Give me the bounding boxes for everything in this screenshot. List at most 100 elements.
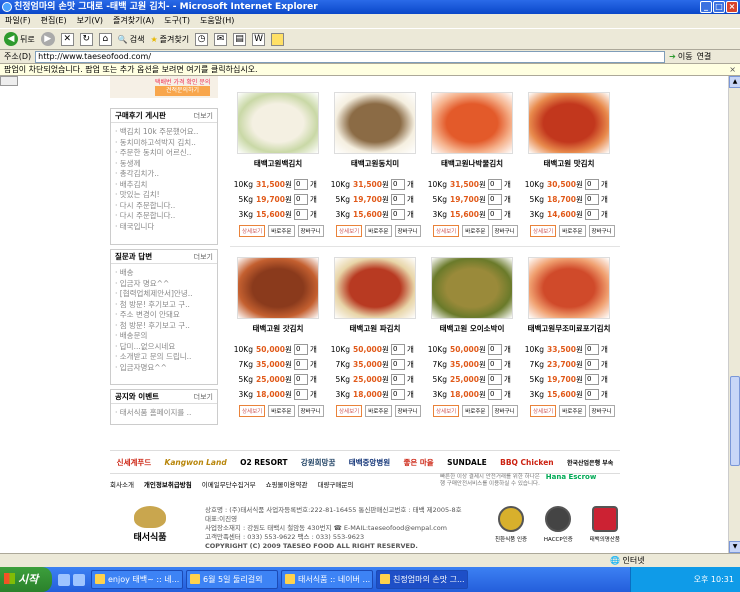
footer-link[interactable]: 대량구매문의 bbox=[317, 479, 353, 489]
order-button[interactable]: 바로주문 bbox=[462, 225, 489, 237]
list-item[interactable]: · 총각김치가.. bbox=[115, 169, 213, 180]
partner-logo[interactable]: 좋은 마을 bbox=[403, 457, 433, 468]
list-item[interactable]: · 백김치 10k 주문했어요.. bbox=[115, 127, 213, 138]
partner-logo[interactable]: 태백중앙병원 bbox=[349, 457, 390, 468]
start-button[interactable]: 시작 bbox=[0, 567, 52, 592]
product-image[interactable] bbox=[334, 92, 416, 154]
order-button[interactable]: 바로주문 bbox=[365, 225, 392, 237]
partner-logo[interactable]: SUNDALE bbox=[447, 458, 487, 467]
product-name[interactable]: 태백고원 파김치 bbox=[330, 324, 420, 342]
quantity-input[interactable]: 0 bbox=[294, 194, 308, 205]
list-item[interactable]: · 주소 변경이 안돼요 bbox=[115, 310, 213, 321]
partner-logo[interactable]: Kangwon Land bbox=[165, 458, 227, 467]
product-image[interactable] bbox=[528, 92, 610, 154]
quantity-input[interactable]: 0 bbox=[294, 389, 308, 400]
popup-blocked-bar[interactable]: 팝업이 차단되었습니다. 팝업 또는 추가 옵션을 보려면 여기를 클릭하십시오… bbox=[0, 64, 740, 76]
detail-button[interactable]: 상세보기 bbox=[239, 405, 266, 417]
forward-button[interactable]: ▶ bbox=[40, 32, 55, 46]
quantity-input[interactable]: 0 bbox=[488, 344, 502, 355]
footer-link[interactable]: 쇼핑몰이용약관 bbox=[266, 479, 308, 489]
product-name[interactable]: 태백고원 갓김치 bbox=[233, 324, 323, 342]
product-card[interactable]: 태백고원 파김치 10Kg 50,000 원 0 개 7Kg 35,000 원 0 개 5Kg 25,0… bbox=[330, 257, 421, 417]
product-card[interactable]: 태백고원백김치 10Kg 31,500 원 0 개 5Kg 19,700 원 0 개 3Kg 15,60… bbox=[233, 92, 324, 237]
task-button[interactable]: enjoy 태백~ :: 네... bbox=[91, 570, 183, 589]
quantity-input[interactable]: 0 bbox=[391, 194, 405, 205]
product-name[interactable]: 태백고원동치미 bbox=[330, 159, 420, 177]
menu-tools[interactable]: 도구(T) bbox=[164, 14, 190, 28]
list-item[interactable]: · 맛있는 김치! bbox=[115, 190, 213, 201]
back-button[interactable]: ◀ 뒤로 bbox=[4, 32, 35, 46]
messenger-icon[interactable] bbox=[271, 32, 285, 46]
cart-button[interactable]: 장바구니 bbox=[588, 405, 615, 417]
quantity-input[interactable]: 0 bbox=[585, 194, 599, 205]
order-button[interactable]: 바로주문 bbox=[268, 225, 295, 237]
edit-icon[interactable]: W bbox=[252, 32, 266, 46]
menu-view[interactable]: 보기(V) bbox=[77, 14, 103, 28]
menu-help[interactable]: 도움말(H) bbox=[200, 14, 234, 28]
quantity-input[interactable]: 0 bbox=[488, 359, 502, 370]
partner-logo[interactable]: BBQ Chicken bbox=[500, 458, 554, 467]
detail-button[interactable]: 상세보기 bbox=[530, 405, 557, 417]
list-item[interactable]: · 배송문의 bbox=[115, 331, 213, 342]
product-card[interactable]: 태백고원동치미 10Kg 31,500 원 0 개 5Kg 19,700 원 0 개 3Kg 15,60… bbox=[330, 92, 421, 237]
history-icon[interactable]: ◷ bbox=[195, 32, 209, 46]
product-card[interactable]: 태백고원무조미료포기김치 10Kg 33,500 원 0 개 7Kg 23,700 원 0 개 5Kg… bbox=[524, 257, 615, 417]
quantity-input[interactable]: 0 bbox=[585, 344, 599, 355]
product-image[interactable] bbox=[431, 257, 513, 319]
quantity-input[interactable]: 0 bbox=[488, 374, 502, 385]
mail-icon[interactable]: ✉ bbox=[214, 32, 228, 46]
partner-logo[interactable]: 강원희망꿈 bbox=[301, 457, 336, 468]
product-image[interactable] bbox=[334, 257, 416, 319]
list-item[interactable]: · 입금자명요^^ bbox=[115, 363, 213, 374]
list-item[interactable]: · 배추김치 bbox=[115, 180, 213, 191]
list-item[interactable]: · 태서식품 홈페이지를 .. bbox=[115, 408, 213, 419]
escrow-logo[interactable]: Hana Escrow bbox=[546, 474, 597, 481]
product-name[interactable]: 태백고원 오이소박이 bbox=[427, 324, 517, 342]
quantity-input[interactable]: 0 bbox=[488, 389, 502, 400]
detail-button[interactable]: 상세보기 bbox=[336, 225, 363, 237]
quantity-input[interactable]: 0 bbox=[585, 389, 599, 400]
scroll-thumb[interactable] bbox=[730, 376, 740, 466]
list-item[interactable]: · [협력업체제안서]안녕.. bbox=[115, 289, 213, 300]
vertical-scrollbar[interactable]: ▲ ▼ bbox=[728, 76, 740, 553]
detail-button[interactable]: 상세보기 bbox=[530, 225, 557, 237]
product-name[interactable]: 태백고원백김치 bbox=[233, 159, 323, 177]
quantity-input[interactable]: 0 bbox=[294, 179, 308, 190]
address-input[interactable]: http://www.taeseofood.com/ bbox=[35, 50, 666, 63]
quantity-input[interactable]: 0 bbox=[488, 209, 502, 220]
list-item[interactable]: · 첨 방문! 후기보고 구.. bbox=[115, 321, 213, 332]
quantity-input[interactable]: 0 bbox=[391, 344, 405, 355]
quicklaunch-ie-icon[interactable] bbox=[58, 573, 70, 586]
quantity-input[interactable]: 0 bbox=[391, 179, 405, 190]
cart-button[interactable]: 장바구니 bbox=[588, 225, 615, 237]
list-item[interactable]: · 동치미하고석박지 김치.. bbox=[115, 138, 213, 149]
task-button[interactable]: 태서식품 :: 네이버 ... bbox=[281, 570, 373, 589]
product-image[interactable] bbox=[237, 92, 319, 154]
side-tab[interactable] bbox=[0, 76, 18, 86]
list-item[interactable]: · 첨 방문! 후기보고 구.. bbox=[115, 300, 213, 311]
list-item[interactable]: · 태국입니다 bbox=[115, 222, 213, 233]
favorites-button[interactable]: ★ 즐겨찾기 bbox=[150, 34, 189, 45]
menu-favorites[interactable]: 즐겨찾기(A) bbox=[113, 14, 154, 28]
links-label[interactable]: 연결 bbox=[697, 51, 712, 62]
estimate-button[interactable]: 견적문의하기 bbox=[155, 86, 210, 96]
product-card[interactable]: 태백고원 오이소박이 10Kg 50,000 원 0 개 7Kg 35,000 원 0 개 5Kg 25… bbox=[427, 257, 518, 417]
quantity-input[interactable]: 0 bbox=[488, 179, 502, 190]
list-item[interactable]: · 배송 bbox=[115, 268, 213, 279]
partner-logo[interactable]: 한국산업은행 부속 bbox=[567, 458, 613, 467]
list-item[interactable]: · 다시 주문합니다.. bbox=[115, 211, 213, 222]
task-button[interactable]: 6월 5일 둘리걸외 bbox=[186, 570, 278, 589]
product-card[interactable]: 태백고원나박물김치 10Kg 31,500 원 0 개 5Kg 19,700 원 0 개 3Kg 15,… bbox=[427, 92, 518, 237]
list-item[interactable]: · 답미...없으시네요 bbox=[115, 342, 213, 353]
minimize-button[interactable]: _ bbox=[700, 1, 712, 13]
order-button[interactable]: 바로주문 bbox=[268, 405, 295, 417]
order-button[interactable]: 바로주문 bbox=[365, 405, 392, 417]
quantity-input[interactable]: 0 bbox=[488, 194, 502, 205]
product-image[interactable] bbox=[528, 257, 610, 319]
qna-more-link[interactable]: 더보기 bbox=[194, 250, 213, 264]
cart-button[interactable]: 장바구니 bbox=[491, 405, 518, 417]
home-icon[interactable]: ⌂ bbox=[98, 32, 112, 46]
quantity-input[interactable]: 0 bbox=[294, 359, 308, 370]
quantity-input[interactable]: 0 bbox=[391, 374, 405, 385]
product-card[interactable]: 태백고원 갓김치 10Kg 50,000 원 0 개 7Kg 35,000 원 0 개 5Kg 25,0… bbox=[233, 257, 324, 417]
